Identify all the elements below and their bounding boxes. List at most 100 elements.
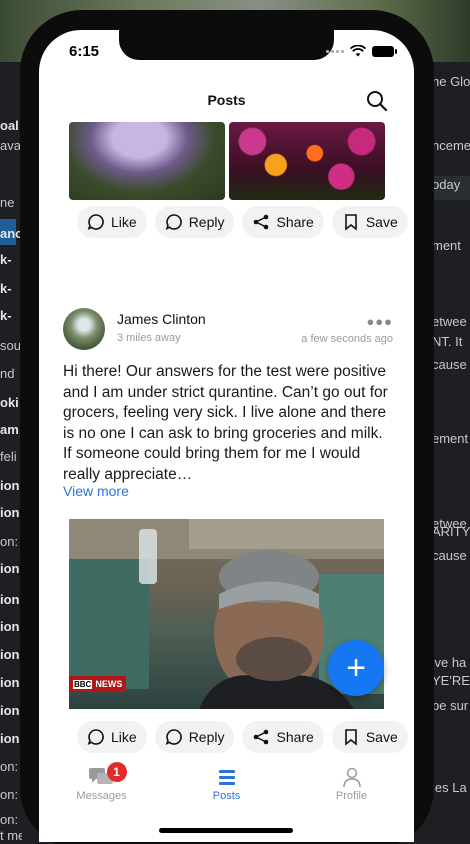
background-left-fragment: ion <box>0 647 20 662</box>
background-left-fragment: ne <box>0 195 15 210</box>
background-left-fragment: ion <box>0 505 20 520</box>
speech-bubble-icon <box>87 729 104 746</box>
background-left-fragment: ion <box>0 619 20 634</box>
nav-header: Posts <box>39 78 414 122</box>
background-left-fragment: anc <box>0 226 22 241</box>
wifi-icon <box>350 45 366 57</box>
view-more-link[interactable]: View more <box>63 483 129 499</box>
background-right-fragment: he Glo <box>432 74 470 89</box>
background-left-fragment: ion <box>0 592 20 607</box>
status-time: 6:15 <box>69 43 100 60</box>
background-right-fragment: be sur <box>432 698 469 713</box>
background-right-fragment: cause <box>432 357 467 372</box>
bbc-brand: BBC <box>73 679 93 689</box>
background-left-fragment: on: <box>0 787 19 802</box>
reply-label: Reply <box>188 214 225 230</box>
background-right-fragment: ies La <box>432 780 467 795</box>
background-left-fragment: sou <box>0 338 21 353</box>
more-options-icon[interactable]: ●●● <box>366 314 393 329</box>
like-button[interactable]: Like <box>77 721 147 753</box>
plus-icon: + <box>346 649 366 687</box>
background-right-fragment: ARITY <box>432 524 470 539</box>
home-indicator <box>159 828 293 833</box>
background-right-fragment: 've ha <box>432 655 467 670</box>
post-body: Hi there! Our answers for the test were … <box>63 363 388 483</box>
background-left-fragment: k- <box>0 281 12 296</box>
share-button[interactable]: Share <box>242 206 324 238</box>
like-label: Like <box>111 729 137 745</box>
bbc-news-badge: BBC NEWS <box>69 676 127 692</box>
save-button[interactable]: Save <box>331 721 408 753</box>
share-label: Share <box>276 729 314 745</box>
new-post-button[interactable]: + <box>328 640 384 696</box>
background-right-fragment: ement <box>432 431 469 446</box>
tab-label-messages: Messages <box>76 790 127 802</box>
previous-post-image-2[interactable] <box>229 122 385 200</box>
background-right-fragment: YE'RE <box>432 673 470 688</box>
status-icons <box>326 45 397 57</box>
background-right-fragment: NT. It <box>432 334 463 349</box>
bookmark-icon <box>345 214 357 231</box>
notch <box>119 30 334 60</box>
save-label: Save <box>365 729 398 745</box>
background-left-fragment: ion <box>0 731 20 746</box>
background-left-fragment: am <box>0 422 19 437</box>
unread-badge: 1 <box>106 762 127 782</box>
background-left-fragment: nd <box>0 366 15 381</box>
background-right-fragment: ment <box>432 238 461 253</box>
background-right-fragment: etwee <box>432 314 467 329</box>
save-label: Save <box>365 214 398 230</box>
background-left-fragment: oal l <box>0 118 22 133</box>
background-left-fragment: ion <box>0 703 20 718</box>
speech-bubble-icon <box>87 214 104 231</box>
previous-post-image-1[interactable] <box>69 122 225 200</box>
like-button[interactable]: Like <box>77 206 147 238</box>
background-left-fragment: ava <box>0 138 21 153</box>
author-name[interactable]: James Clinton <box>117 311 206 327</box>
person-icon <box>342 767 361 788</box>
share-label: Share <box>276 214 314 230</box>
background-left-fragment: ion <box>0 675 20 690</box>
avatar[interactable] <box>63 308 105 350</box>
battery-icon <box>372 45 397 57</box>
background-left-fragment: feli <box>0 449 17 464</box>
share-icon <box>254 214 269 230</box>
share-button[interactable]: Share <box>242 721 324 753</box>
post-time: a few seconds ago <box>301 333 393 345</box>
tab-label-profile: Profile <box>335 790 368 802</box>
previous-post-actions: Like Reply Share Save <box>77 206 408 238</box>
post-header: James Clinton 3 miles away ●●● a few sec… <box>63 308 393 352</box>
reply-button[interactable]: Reply <box>154 206 235 238</box>
background-right-fragment: nceme <box>432 138 470 153</box>
background-left-fragment: on: <box>0 759 19 774</box>
author-distance: 3 miles away <box>117 332 181 344</box>
speech-bubble-icon <box>165 729 182 746</box>
background-left-fragment: t me <box>0 828 22 843</box>
reply-label: Reply <box>188 729 225 745</box>
like-label: Like <box>111 214 137 230</box>
page-title: Posts <box>207 92 246 108</box>
app-screen: 6:15 Posts Like Reply Share Save James C… <box>39 30 414 842</box>
post-actions: Like Reply Share Save <box>77 721 408 753</box>
list-icon <box>218 770 235 785</box>
background-right-fragment: oday <box>432 177 461 192</box>
news-label: NEWS <box>95 679 123 689</box>
background-left-fragment: on: <box>0 534 19 549</box>
background-left-fragment: on: <box>0 812 19 827</box>
background-right-fragment: cause <box>432 548 467 563</box>
background-left-fragment: k- <box>0 308 12 323</box>
tab-messages[interactable]: 1 Messages <box>57 762 147 842</box>
tab-profile[interactable]: Profile <box>307 766 397 842</box>
search-icon[interactable] <box>366 90 388 112</box>
background-left-fragment: oki <box>0 395 19 410</box>
save-button[interactable]: Save <box>331 206 408 238</box>
signal-icon <box>326 49 344 53</box>
background-left-fragment: ion <box>0 478 20 493</box>
speech-bubble-icon <box>165 214 182 231</box>
background-left-fragment: ion <box>0 561 20 576</box>
tab-label-posts: Posts <box>212 790 241 802</box>
share-icon <box>254 729 269 745</box>
background-left-fragment: k- <box>0 252 12 267</box>
reply-button[interactable]: Reply <box>154 721 235 753</box>
bookmark-icon <box>345 729 357 746</box>
